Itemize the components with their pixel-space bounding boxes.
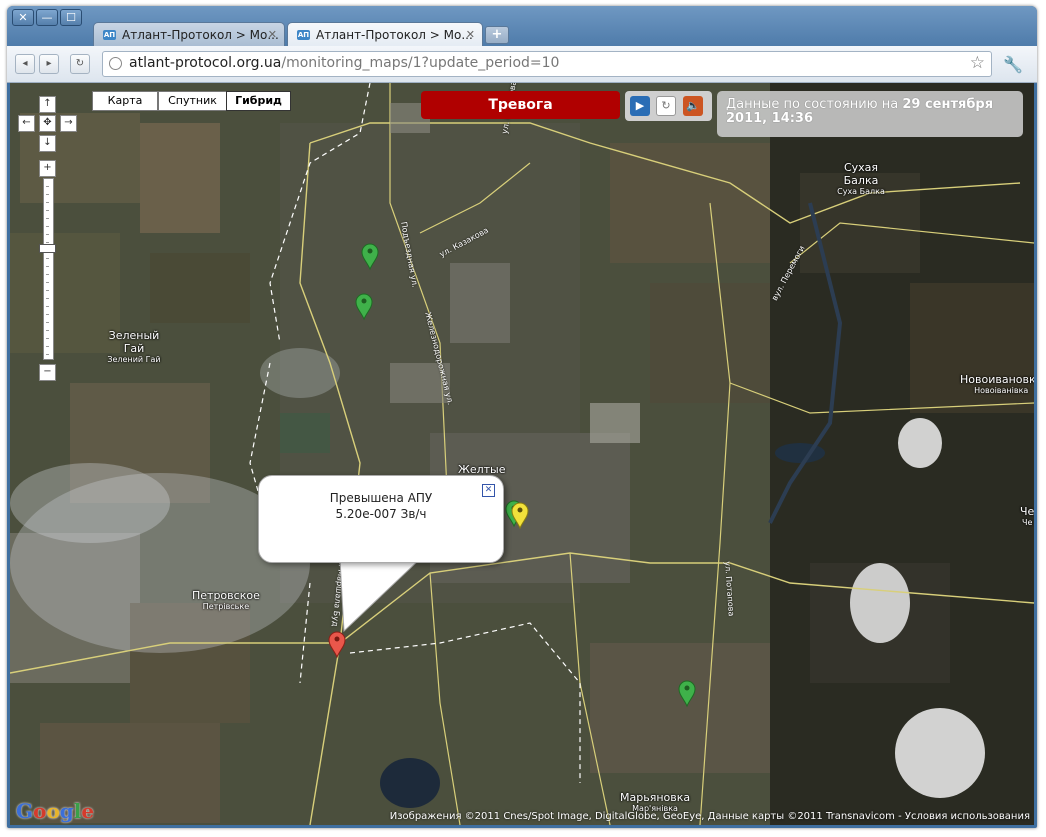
popup-alert-text: Превышена АПУ (329, 491, 433, 505)
google-logo[interactable]: Google (16, 799, 94, 823)
place-subname: Петрівське (202, 602, 250, 611)
pan-up-button[interactable]: ↑ (39, 96, 56, 113)
browser-window: ✕ — ☐ АП Атлант-Протокол > Мо... ✕ АП Ат… (7, 6, 1037, 828)
browser-tab-1[interactable]: АП Атлант-Протокол > Мо... ✕ (93, 22, 285, 47)
tab-title: Атлант-Протокол > Мо... (316, 28, 473, 42)
place-label-partial: Че Че (1020, 505, 1034, 527)
map-type-satellite-button[interactable]: Спутник (158, 91, 227, 111)
sensor-info-popup: Превышена АПУ 5.20e-007 Зв/ч ✕ (258, 475, 504, 563)
alarm-button[interactable]: Тревога (421, 91, 620, 119)
place-name: Че (1020, 505, 1034, 518)
minimize-window-button[interactable]: — (36, 9, 58, 26)
wrench-icon[interactable]: 🔧 (1003, 55, 1023, 74)
new-tab-button[interactable]: + (485, 26, 509, 44)
pan-right-button[interactable]: → (60, 115, 77, 132)
place-name: Новоивановка (960, 373, 1034, 386)
zoom-slider-track[interactable] (43, 178, 54, 360)
close-window-button[interactable]: ✕ (12, 9, 34, 26)
status-prefix: Данные по состоянию на (726, 97, 903, 112)
tab-title: Атлант-Протокол > Мо... (122, 28, 279, 42)
pan-down-button[interactable]: ↓ (39, 135, 56, 152)
place-subname: Че (1021, 518, 1033, 527)
place-label-petrovskoe: Петровское Петрівське (192, 589, 260, 611)
reload-button[interactable]: ↻ (70, 54, 90, 74)
zoom-out-button[interactable]: − (39, 364, 56, 381)
back-button[interactable]: ◂ (15, 54, 35, 74)
zoom-slider-handle[interactable] (39, 244, 56, 254)
play-icon[interactable]: ▶ (630, 96, 650, 116)
bookmark-star-icon[interactable]: ☆ (970, 53, 985, 73)
forward-button[interactable]: ▸ (39, 54, 59, 74)
title-bar: ✕ — ☐ АП Атлант-Протокол > Мо... ✕ АП Ат… (7, 6, 1037, 48)
satellite-map[interactable]: Сухая Балка Суха Балка Зеленый Гай Зелен… (10, 83, 1034, 825)
place-name: Марьяновка (620, 791, 691, 804)
place-subname: Суха Балка (837, 187, 885, 196)
url-path: /monitoring_maps/1?update_period=10 (281, 55, 560, 71)
maximize-window-button[interactable]: ☐ (60, 9, 82, 26)
data-status-panel: Данные по состоянию на 29 сентября 2011,… (717, 91, 1023, 137)
tab-close-icon[interactable]: ✕ (466, 23, 475, 47)
map-copyright[interactable]: Изображения ©2011 Cnes/Spot Image, Digit… (390, 811, 1030, 822)
place-label-zeleny-gai: Зеленый Гай Зелений Гай (104, 329, 164, 364)
site-favicon-icon: АП (103, 30, 116, 40)
place-subname: Новоіванівка (974, 386, 1029, 395)
browser-toolbar: ◂ ▸ ↻ atlant-protocol.org.ua/monitoring_… (7, 46, 1037, 83)
pan-center-button[interactable]: ✥ (39, 115, 56, 132)
refresh-icon[interactable]: ↻ (656, 96, 676, 116)
place-name: Зеленый Гай (108, 329, 160, 355)
sound-icon[interactable]: 🔈 (683, 96, 703, 116)
browser-tab-2-active[interactable]: АП Атлант-Протокол > Мо... ✕ (287, 22, 483, 47)
site-favicon-icon: АП (297, 30, 310, 40)
url-text[interactable]: atlant-protocol.org.ua/monitoring_maps/1… (129, 55, 559, 71)
place-name: Петровское (192, 589, 260, 602)
place-label-sukhaya-balka: Сухая Балка Суха Балка (836, 161, 886, 196)
place-label-novoivanovka: Новоивановка Новоіванівка (960, 373, 1034, 395)
popup-dose-value: 5.20e-007 Зв/ч (335, 507, 427, 521)
map-type-map-button[interactable]: Карта (92, 91, 158, 111)
monitoring-controls: ▶ ↻ 🔈 (625, 91, 712, 121)
url-host: atlant-protocol.org.ua (129, 55, 282, 71)
address-bar[interactable]: atlant-protocol.org.ua/monitoring_maps/1… (102, 51, 992, 77)
globe-icon (109, 57, 122, 70)
popup-close-icon[interactable]: ✕ (482, 484, 495, 497)
tab-close-icon[interactable]: ✕ (268, 23, 277, 47)
popup-tail (339, 553, 422, 633)
place-name: Сухая Балка (843, 161, 879, 187)
place-label-maryanovka: Марьяновка Мар'янівка (620, 791, 690, 813)
zoom-in-button[interactable]: + (39, 160, 56, 177)
place-subname: Зелений Гай (107, 355, 161, 364)
map-type-hybrid-button[interactable]: Гибрид (226, 91, 291, 111)
pan-left-button[interactable]: ← (18, 115, 35, 132)
